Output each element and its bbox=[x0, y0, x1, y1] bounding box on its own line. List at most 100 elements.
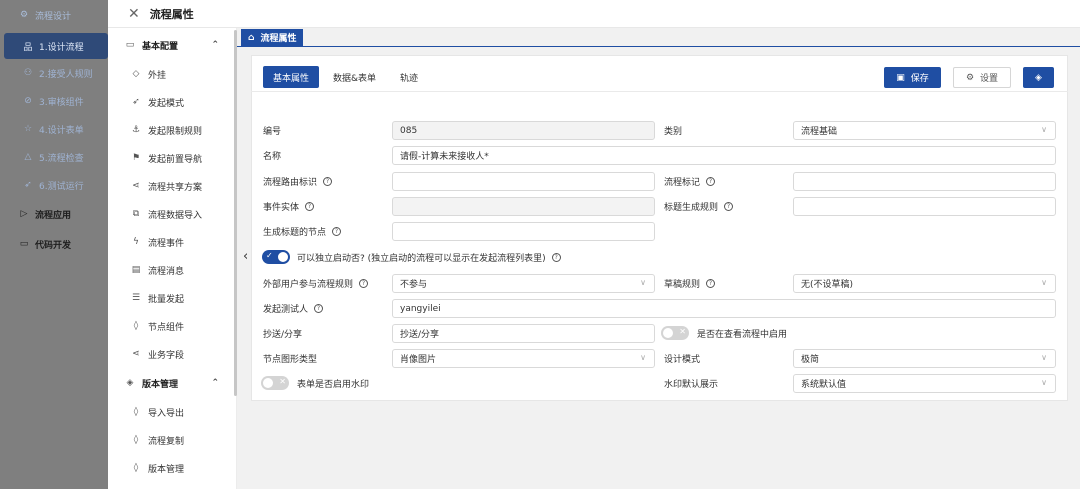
shape-select[interactable]: 肖像图片 ∨ bbox=[392, 349, 655, 368]
cc-enable-toggle[interactable]: ✕ bbox=[661, 326, 689, 340]
field-label-titlerule: 标题生成规则? bbox=[664, 197, 734, 215]
watermark-toggle[interactable]: ✕ bbox=[261, 376, 289, 390]
draft-select[interactable]: 无(不设草稿) ∨ bbox=[793, 274, 1056, 293]
field-label-mode: 设计模式 bbox=[664, 354, 701, 365]
field-label-category: 类别 bbox=[664, 126, 683, 137]
field-label-flowmark: 流程标记? bbox=[664, 172, 716, 190]
cfg-item-version-manage[interactable]: ◊ 版本管理 bbox=[108, 455, 235, 481]
gear-icon: ⚙ bbox=[19, 10, 29, 20]
cfg-item-flow-event[interactable]: ϟ 流程事件 bbox=[108, 229, 235, 255]
cfg-item-start-mode[interactable]: ➶ 发起模式 bbox=[108, 89, 235, 115]
toolbar-divider bbox=[251, 91, 1068, 92]
nav-item-test-run[interactable]: ➶ 6.测试运行 bbox=[0, 172, 108, 198]
titlerule-field[interactable] bbox=[793, 197, 1056, 216]
x-icon: ✕ bbox=[679, 327, 686, 336]
nav-item-flow-app[interactable]: ▷ 流程应用 bbox=[0, 201, 108, 227]
gear-icon: ⚙ bbox=[965, 72, 975, 83]
nav-item-audit-component[interactable]: ⊘ 3.审核组件 bbox=[0, 88, 108, 114]
clipboard-icon: △ bbox=[24, 152, 32, 162]
signpost-icon: ⚑ bbox=[131, 153, 141, 163]
nav-item-design-form[interactable]: ☆ 4.设计表单 bbox=[0, 116, 108, 142]
name-field[interactable]: 请假-计算未来接收人* bbox=[392, 146, 1056, 165]
chevron-up-icon: ⌃ bbox=[211, 378, 219, 388]
help-icon[interactable]: ? bbox=[305, 201, 315, 211]
home-icon: ⌂ bbox=[248, 32, 255, 43]
drop-icon: ◊ bbox=[133, 435, 139, 445]
breadcrumb-tab[interactable]: ⌂ 流程属性 bbox=[241, 29, 304, 46]
users-icon: ⚇ bbox=[23, 68, 33, 78]
cc-field[interactable]: 抄送/分享 bbox=[392, 324, 655, 343]
mode-select[interactable]: 极简 ∨ bbox=[793, 349, 1056, 368]
list-icon: ☰ bbox=[131, 293, 141, 303]
collapse-sidebar-icon[interactable]: ‹ bbox=[243, 249, 248, 264]
layers-icon: ◈ bbox=[1035, 72, 1042, 83]
check-circle-icon: ⊘ bbox=[24, 96, 32, 106]
external-select[interactable]: 不参与 ∨ bbox=[392, 274, 655, 293]
save-button[interactable]: ▣ 保存 bbox=[884, 67, 941, 88]
cc-enable-label: 是否在查看流程中启用 bbox=[697, 329, 788, 340]
drawer-header: ✕ 流程属性 bbox=[108, 0, 1080, 28]
flowmark-field[interactable] bbox=[793, 172, 1056, 191]
layers-button[interactable]: ◈ bbox=[1023, 67, 1054, 88]
layers-icon: ◈ bbox=[126, 378, 134, 388]
cfg-item-data-import[interactable]: ⧉ 流程数据导入 bbox=[108, 201, 235, 227]
cfg-item-flow-message[interactable]: ▤ 流程消息 bbox=[108, 257, 235, 283]
breadcrumb-underline bbox=[237, 46, 1080, 47]
help-icon[interactable]: ? bbox=[706, 278, 716, 288]
tag-icon: ◇ bbox=[132, 69, 140, 79]
cfg-item-start-limit[interactable]: ⚓ 发起限制规则 bbox=[108, 117, 235, 143]
cfg-item-batch-start[interactable]: ☰ 批量发起 bbox=[108, 285, 235, 311]
drop-icon: ◊ bbox=[133, 463, 139, 473]
titlenode-field[interactable] bbox=[392, 222, 655, 241]
help-icon[interactable]: ? bbox=[706, 176, 716, 186]
tab-track[interactable]: 轨迹 bbox=[390, 66, 428, 88]
cfg-item-share-plan[interactable]: ⋖ 流程共享方案 bbox=[108, 173, 235, 199]
field-label-name: 名称 bbox=[263, 151, 282, 162]
chevron-down-icon: ∨ bbox=[1041, 278, 1047, 287]
chevron-down-icon: ∨ bbox=[640, 353, 646, 362]
watermark-label: 表单是否启用水印 bbox=[297, 379, 370, 390]
nav-item-receiver-rules[interactable]: ⚇ 2.接受人规则 bbox=[0, 60, 108, 86]
cfg-item-import-export[interactable]: ◊ 导入导出 bbox=[108, 399, 235, 425]
cfg-item-node-component[interactable]: ◊ 节点组件 bbox=[108, 313, 235, 339]
cfg-item-flow-copy[interactable]: ◊ 流程复制 bbox=[108, 427, 235, 453]
no-field: 085 bbox=[392, 121, 655, 140]
route-field[interactable] bbox=[392, 172, 655, 191]
close-icon[interactable]: ✕ bbox=[128, 6, 140, 22]
nav-title-flow-design[interactable]: ⚙ 流程设计 bbox=[0, 2, 108, 28]
settings-button[interactable]: ⚙ 设置 bbox=[953, 67, 1011, 88]
group-basic-config[interactable]: ▭ 基本配置 ⌃ bbox=[108, 30, 235, 60]
help-icon[interactable]: ? bbox=[323, 176, 333, 186]
field-label-tester: 发起测试人? bbox=[263, 299, 324, 317]
tab-basic-properties[interactable]: 基本属性 bbox=[263, 66, 320, 88]
app-icon: ▷ bbox=[20, 209, 28, 219]
field-label-draft: 草稿规则? bbox=[664, 274, 716, 292]
wm-display-select[interactable]: 系统默认值 ∨ bbox=[793, 374, 1056, 393]
chevron-down-icon: ∨ bbox=[1041, 378, 1047, 387]
cfg-item-pre-nav[interactable]: ⚑ 发起前置导航 bbox=[108, 145, 235, 171]
help-icon[interactable]: ? bbox=[314, 303, 324, 313]
config-sidebar: ▭ 基本配置 ⌃ ◇ 外挂 ➶ 发起模式 ⚓ 发起限制规则 ⚑ 发起前置导航 ⋖ 流程共享方案… bbox=[108, 28, 237, 489]
nav-item-flow-check[interactable]: △ 5.流程检查 bbox=[0, 144, 108, 170]
tab-data-form[interactable]: 数据&表单 bbox=[323, 66, 386, 88]
help-icon[interactable]: ? bbox=[724, 201, 734, 211]
category-select[interactable]: 流程基础 ∨ bbox=[793, 121, 1056, 140]
share-icon: ⋖ bbox=[132, 181, 140, 191]
nav-item-design-flow[interactable]: 品 1.设计流程 bbox=[4, 33, 108, 59]
standalone-toggle[interactable]: ✓ bbox=[262, 250, 290, 264]
cfg-item-plugin[interactable]: ◇ 外挂 bbox=[108, 61, 235, 87]
anchor-icon: ⚓ bbox=[131, 125, 141, 135]
nav-item-code-dev[interactable]: ▭ 代码开发 bbox=[0, 231, 108, 257]
help-icon[interactable]: ? bbox=[551, 252, 561, 262]
check-icon: ✓ bbox=[266, 251, 273, 260]
save-icon: ▣ bbox=[896, 72, 905, 83]
cfg-item-business-field[interactable]: ⋖ 业务字段 bbox=[108, 341, 235, 367]
help-icon[interactable]: ? bbox=[359, 278, 369, 288]
tester-field[interactable]: yangyilei bbox=[392, 299, 1056, 318]
star-icon: ☆ bbox=[23, 124, 33, 134]
group-version-manage[interactable]: ◈ 版本管理 ⌃ bbox=[108, 368, 235, 398]
entity-field bbox=[392, 197, 655, 216]
help-icon[interactable]: ? bbox=[332, 226, 342, 236]
lightning-icon: ϟ bbox=[133, 237, 139, 247]
field-label-route: 流程路由标识? bbox=[263, 172, 333, 190]
